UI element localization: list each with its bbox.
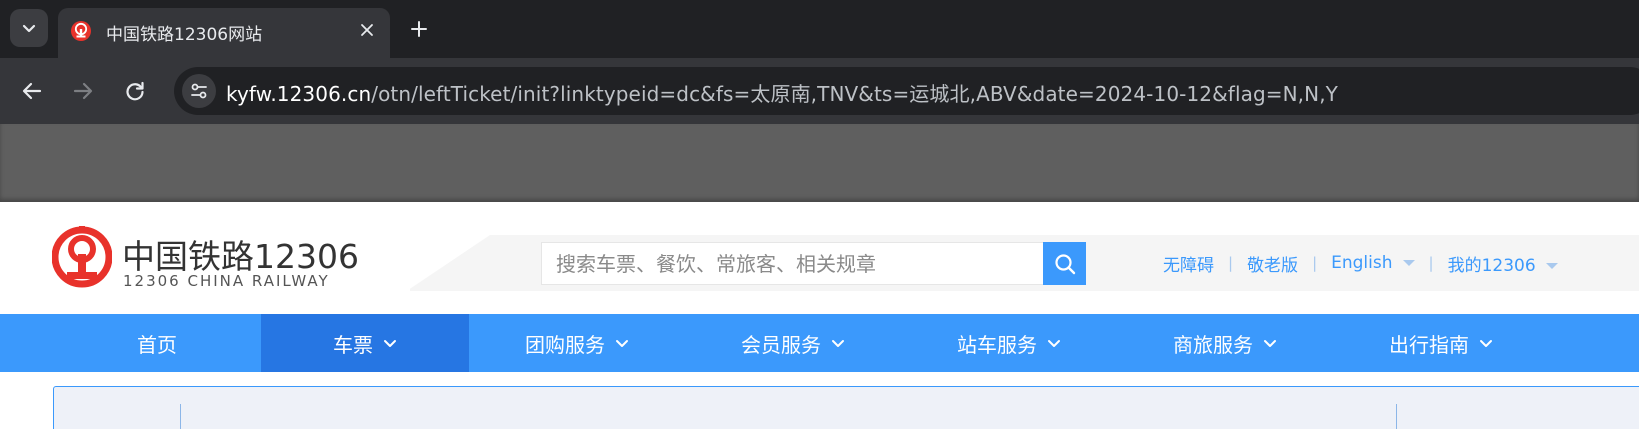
- close-icon: [361, 24, 373, 36]
- accessibility-link[interactable]: 无障碍: [1163, 251, 1214, 276]
- tab-close-button[interactable]: [356, 19, 378, 41]
- site-header: 中国铁路12306 12306 CHINA RAILWAY 无障碍 | 敬老版 …: [0, 202, 1639, 314]
- elderly-mode-link[interactable]: 敬老版: [1247, 251, 1298, 276]
- forward-button[interactable]: [67, 75, 99, 107]
- language-dropdown[interactable]: English: [1331, 253, 1415, 273]
- nav-item-label: 会员服务: [741, 332, 821, 357]
- link-separator: |: [1428, 254, 1434, 272]
- address-bar[interactable]: kyfw.12306.cn/otn/leftTicket/init?linkty…: [174, 67, 1639, 115]
- logo-title: 中国铁路12306: [122, 237, 359, 276]
- site-info-button[interactable]: [182, 74, 216, 108]
- chevron-down-icon: [1263, 336, 1277, 350]
- nav-item-home[interactable]: 首页: [53, 314, 261, 372]
- panel-divider: [180, 404, 181, 429]
- logo-subtitle: 12306 CHINA RAILWAY: [123, 272, 330, 290]
- railway-favicon-icon: [71, 21, 91, 41]
- page-overlay-band: [0, 124, 1639, 202]
- search-icon: [1054, 253, 1075, 274]
- url-text[interactable]: kyfw.12306.cn/otn/leftTicket/init?linkty…: [226, 78, 1338, 107]
- tab-search-button[interactable]: [10, 9, 48, 47]
- new-tab-button[interactable]: [404, 14, 434, 44]
- search-button[interactable]: [1043, 242, 1086, 285]
- main-nav: 首页 车票 团购服务 会员服务 站车服务 商旅服务 出行指南: [0, 314, 1639, 372]
- tab-title: 中国铁路12306网站: [106, 25, 263, 45]
- caret-down-icon: [1402, 260, 1415, 266]
- nav-item-label: 出行指南: [1389, 332, 1469, 357]
- nav-item-station-service[interactable]: 站车服务: [901, 314, 1117, 372]
- chevron-down-icon: [1479, 336, 1493, 350]
- nav-item-label: 站车服务: [957, 332, 1037, 357]
- chevron-down-icon: [1047, 336, 1061, 350]
- chevron-down-icon: [831, 336, 845, 350]
- link-separator: |: [1228, 254, 1234, 272]
- nav-item-label: 商旅服务: [1173, 332, 1253, 357]
- my-12306-label: 我的12306: [1447, 255, 1536, 276]
- browser-tab-active[interactable]: 中国铁路12306网站: [58, 8, 390, 58]
- caret-down-icon: [1545, 262, 1558, 269]
- china-railway-logo-icon[interactable]: [52, 224, 112, 294]
- search-input[interactable]: [556, 243, 1036, 284]
- ticket-query-panel: [53, 386, 1639, 429]
- chevron-down-icon: [383, 336, 397, 350]
- reload-icon: [126, 81, 144, 101]
- link-separator: |: [1312, 254, 1318, 272]
- arrow-right-icon: [73, 82, 93, 100]
- reload-button[interactable]: [119, 75, 151, 107]
- plus-icon: [411, 21, 427, 37]
- nav-item-label: 车票: [333, 332, 373, 357]
- nav-item-label: 团购服务: [525, 332, 605, 357]
- browser-tab-bar: 中国铁路12306网站: [0, 0, 1639, 58]
- panel-divider: [1396, 404, 1397, 429]
- back-button[interactable]: [16, 75, 48, 107]
- arrow-left-icon: [22, 82, 42, 100]
- nav-item-group-service[interactable]: 团购服务: [469, 314, 685, 372]
- search-box: [541, 242, 1043, 285]
- url-path: /otn/leftTicket/init?linktypeid=dc&fs=太原…: [371, 82, 1338, 106]
- language-label: English: [1331, 253, 1393, 273]
- nav-item-travel-guide[interactable]: 出行指南: [1333, 314, 1549, 372]
- nav-item-tickets[interactable]: 车票: [261, 314, 469, 372]
- my-12306-dropdown[interactable]: 我的12306: [1448, 251, 1558, 276]
- nav-item-label: 首页: [137, 332, 177, 357]
- nav-item-business-travel[interactable]: 商旅服务: [1117, 314, 1333, 372]
- header-links: 无障碍 | 敬老版 | English | 我的12306: [1163, 251, 1558, 276]
- url-host: kyfw.12306.cn: [226, 82, 372, 106]
- tune-icon: [191, 83, 207, 99]
- chevron-down-icon: [615, 336, 629, 350]
- chevron-down-icon: [22, 24, 36, 33]
- browser-toolbar: kyfw.12306.cn/otn/leftTicket/init?linkty…: [0, 58, 1639, 124]
- nav-item-member-service[interactable]: 会员服务: [685, 314, 901, 372]
